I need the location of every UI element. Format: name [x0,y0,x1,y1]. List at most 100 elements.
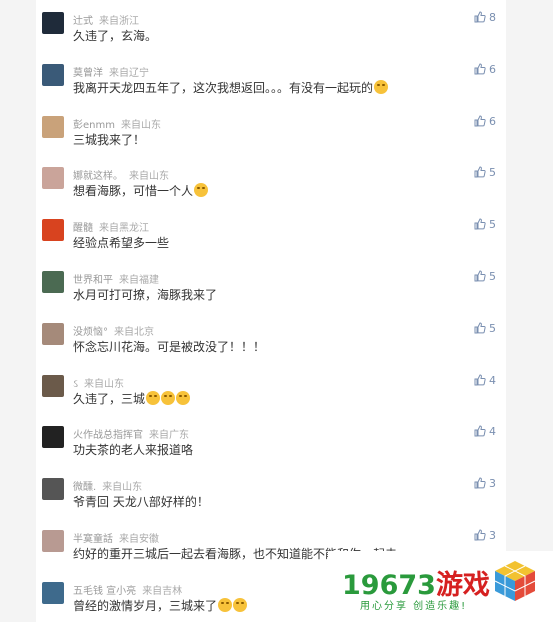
like-button[interactable]: 4 [474,425,496,438]
like-count: 5 [489,166,496,180]
comment-meta: 半寞童話 来自安徽 [73,530,159,545]
like-button[interactable]: 6 [474,63,496,76]
comment-username[interactable]: 娜就这样。 [73,171,123,182]
avatar[interactable] [42,12,64,34]
thumbs-up-icon [474,374,486,386]
comment-body: 久违了，三城 [73,391,146,406]
like-count: 5 [489,218,496,232]
like-count: 4 [489,425,496,439]
emoji-icon [194,183,209,198]
comment-location: 来自浙江 [99,16,139,27]
comment-username[interactable]: 半寞童話 [73,534,113,545]
comment-username[interactable]: ઽ [73,379,78,390]
comment-body: 怀念忘川花海。可是被改没了！！！ [73,339,266,354]
comment-meta: 世界和平 来自福建 [73,271,159,286]
comment-location: 来自广东 [149,430,189,442]
like-count: 5 [489,321,496,335]
comment-body: 久违了，玄海。 [73,29,158,43]
like-button[interactable]: 8 [474,11,496,24]
comment-username[interactable]: 醒髓 [73,223,93,234]
emoji-icon [374,79,389,94]
comment-username[interactable]: 没烦恼° [73,327,108,338]
avatar[interactable] [42,219,64,242]
comment-body: 爷青回 天龙八部好样的！ [73,495,209,510]
comment-text: 功夫茶的老人来报道咯 [73,441,193,458]
like-button[interactable]: 3 [474,477,496,490]
comment-item: 醒髓 来自黑龙江 经验点希望多一些 5 [36,207,506,259]
comment-username[interactable]: 火作战总指挥官 [73,430,143,441]
avatar[interactable] [42,271,64,293]
like-count: 3 [489,477,496,491]
comment-body: 我离开天龙四五年了，这次我想返回。。。有没有一起玩的 [73,80,374,95]
emoji-icon [161,390,176,405]
comment-location: 来自山东 [129,171,169,183]
comment-meta: 辻式 来自浙江 [73,12,139,27]
comment-text: 水月可打可撩，海豚我来了 [73,286,217,303]
comment-location: 来自安徽 [119,534,159,545]
comment-meta: 火作战总指挥官 来自广东 [73,426,189,441]
like-count: 5 [489,270,496,283]
comment-meta: 没烦恼° 来自北京 [73,323,154,338]
comment-body: 水月可打可撩，海豚我来了 [73,288,218,302]
comment-item: 微醺. 来自山东 爷青回 天龙八部好样的！ 3 [36,466,506,518]
comment-location: 来自黑龙江 [99,223,149,235]
comment-body: 功夫茶的老人来报道咯 [73,443,194,458]
comment-username[interactable]: 莫曾洋 [73,68,103,79]
comment-item: 辻式 来自浙江久违了，玄海。 8 [36,0,506,52]
like-button[interactable]: 3 [474,529,496,542]
comment-location: 来自山东 [102,482,143,494]
like-button[interactable]: 5 [474,322,496,335]
rubik-cube-icon [494,561,536,601]
comment-item: 火作战总指挥官 来自广东 功夫茶的老人来报道咯 4 [36,414,506,466]
thumbs-up-icon [474,477,486,489]
comment-text: 三城我来了！ [73,131,145,148]
like-button[interactable]: 5 [474,166,496,179]
avatar[interactable] [42,426,64,449]
like-button[interactable]: 5 [474,270,496,283]
emoji-icon [146,390,161,405]
comment-text: 曾经的激情岁月，三城来了 [73,597,248,614]
avatar[interactable] [42,530,64,552]
like-button[interactable]: 4 [474,374,496,387]
comment-item: 娜就这样。 来自山东 想看海豚，可惜一个人 5 [36,155,506,207]
comment-meta: 娜就这样。 来自山东 [73,167,169,182]
avatar[interactable] [42,581,64,604]
comment-body: 曾经的激情岁月，三城来了 [73,598,218,613]
comment-text: 我离开天龙四五年了，这次我想返回。。。有没有一起玩的 [73,79,389,96]
comment-location: 来自福建 [119,275,159,286]
emoji-icon [218,597,233,612]
comment-text: 爷青回 天龙八部好样的！ [73,493,209,510]
comment-body: 经验点希望多一些 [73,236,170,251]
avatar[interactable] [42,374,64,397]
comment-text: 经验点希望多一些 [73,234,169,251]
comment-username[interactable]: 辻式 [73,16,93,27]
avatar[interactable] [42,478,64,501]
comment-item: 莫曾洋 来自辽宁 我离开天龙四五年了，这次我想返回。。。有没有一起玩的 6 [36,52,506,104]
thumbs-up-icon [474,218,486,230]
avatar[interactable] [42,322,64,345]
comment-meta: 五毛钱 宣小亮 来自吉林 [73,582,182,597]
site-watermark-logo: 19673游戏 用心分享 创造乐趣! [328,551,553,622]
comment-username[interactable]: 五毛钱 宣小亮 [73,586,136,597]
avatar[interactable] [42,115,64,138]
comment-item: ઽ 来自山东 久违了，三城 4 [36,363,506,415]
like-button[interactable]: 5 [474,218,496,231]
comment-location: 来自北京 [114,326,154,338]
comment-username[interactable]: 世界和平 [73,275,113,286]
comment-item: 彭enmm 来自山东 三城我来了！ 6 [36,104,506,156]
comment-username[interactable]: 彭enmm [73,120,115,131]
thumbs-up-icon [474,11,486,23]
avatar[interactable] [42,167,64,190]
comment-item: 世界和平 来自福建水月可打可撩，海豚我来了 5 [36,259,506,311]
avatar[interactable] [42,63,64,86]
like-button[interactable]: 6 [474,115,496,128]
comment-location: 来自吉林 [142,585,183,597]
like-count: 8 [489,11,496,24]
comment-item: 没烦恼° 来自北京 怀念忘川花海。可是被改没了！！！ 5 [36,311,506,363]
thumbs-up-icon [474,166,486,178]
comment-meta: 莫曾洋 来自辽宁 [73,64,149,79]
like-count: 6 [489,114,496,128]
comment-username[interactable]: 微醺. [73,482,96,493]
thumbs-up-icon [474,322,486,334]
thumbs-up-icon [474,63,486,75]
